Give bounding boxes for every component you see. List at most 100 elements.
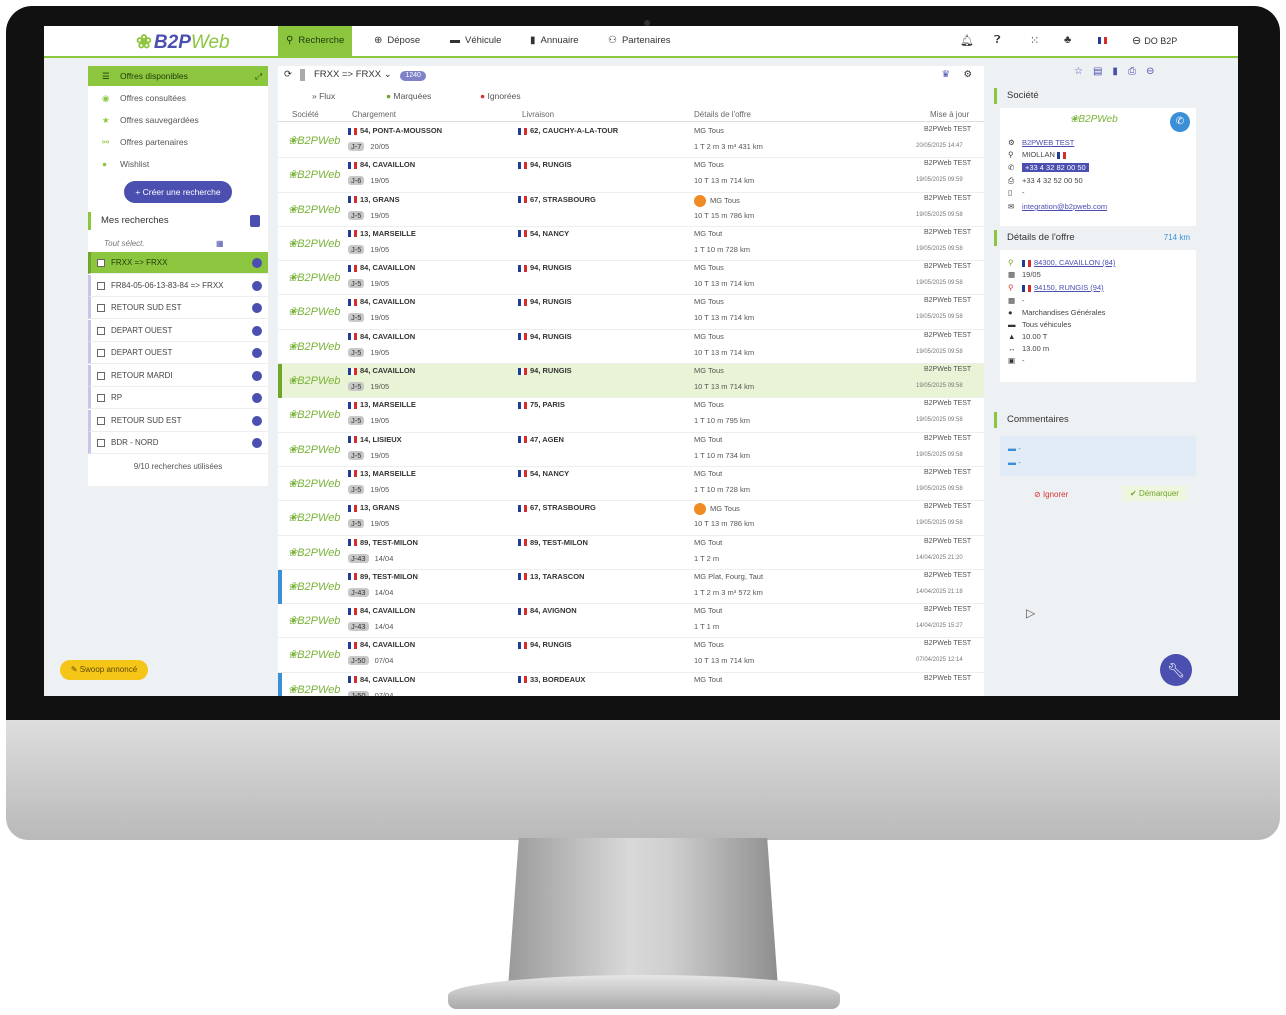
bell-icon[interactable]: 🔔︎ <box>960 34 974 47</box>
table-row[interactable]: ❀B2PWeb 13, MARSEILLE J-5 19/05 54, NANCY MG … <box>278 227 984 262</box>
drag-handle[interactable] <box>300 69 305 81</box>
table-row[interactable]: ❀B2PWeb 13, GRANS J-5 19/05 67, STRASBOURG MG… <box>278 501 984 536</box>
call-icon[interactable]: ✆ <box>1170 112 1190 132</box>
heart-icon: ● <box>102 159 108 169</box>
support-icon[interactable]: ♣ <box>1064 34 1071 46</box>
gear-icon[interactable]: ⚙ <box>963 66 972 84</box>
new-offers-button[interactable]: ✎ Swoop annoncé <box>60 660 148 680</box>
offer-specs: 10 T 13 m 714 km <box>694 279 755 289</box>
saved-search-item[interactable]: DEPART OUEST <box>88 342 268 364</box>
col-details[interactable]: Détails de l'offre <box>694 108 751 122</box>
table-row[interactable]: ❀B2PWeb 84, CAVAILLON J-5 19/05 94, RUNGIS MG… <box>278 364 984 399</box>
search-status-icon[interactable] <box>252 348 262 358</box>
nav-partenaires[interactable]: ⚇ Partenaires <box>600 26 679 56</box>
saved-search-item[interactable]: FRXX => FRXX <box>88 252 268 274</box>
table-row[interactable]: ❀B2PWeb 13, MARSEILLE J-5 19/05 75, PARIS MG … <box>278 398 984 433</box>
tab-flux[interactable]: » Flux <box>312 88 335 104</box>
create-search-button[interactable]: + Créer une recherche <box>124 181 232 203</box>
search-status-icon[interactable] <box>252 415 262 426</box>
saved-search-item[interactable]: RETOUR SUD EST <box>88 297 268 319</box>
checkbox[interactable] <box>97 371 105 380</box>
col-updated[interactable]: Mise à jour <box>930 108 969 122</box>
table-row[interactable]: ❀B2PWeb 84, CAVAILLON J-6 19/05 94, RUNGIS MG… <box>278 158 984 193</box>
expand-icon[interactable]: ⤢ <box>255 66 262 86</box>
checkbox[interactable] <box>97 259 105 267</box>
company-phone[interactable]: +33 4 32 82 00 50 <box>1022 163 1089 172</box>
delivery-place[interactable]: 94150, RUNGIS (94) <box>1034 283 1104 292</box>
saved-search-item[interactable]: RETOUR MARDI <box>88 364 268 387</box>
saved-search-item[interactable]: RP <box>88 387 268 409</box>
saved-search-item[interactable]: RETOUR SUD EST <box>88 409 268 432</box>
col-loading[interactable]: Chargement <box>352 108 396 122</box>
table-row[interactable]: ❀B2PWeb 89, TEST-MILON J-43 14/04 89, TEST-M… <box>278 536 984 570</box>
nav-vehicule[interactable]: ▬ Véhicule <box>442 26 509 56</box>
saved-search-item[interactable]: BDR - NORD <box>88 432 268 454</box>
sidebar-item-wishlist[interactable]: ● Wishlist <box>88 154 268 174</box>
nav-depose[interactable]: ⊕ Dépose <box>366 26 428 56</box>
alert-icon[interactable]: ♛ <box>941 66 950 84</box>
star-icon[interactable]: ☆ <box>1074 66 1093 77</box>
offer-specs: 10 T 13 m 714 km <box>694 347 755 357</box>
unmark-button[interactable]: ✔ Démarquer <box>1122 486 1187 501</box>
table-row[interactable]: ❀B2PWeb 84, CAVAILLON J-5 19/05 94, RUNGIS MG… <box>278 295 984 330</box>
sidebar-item-offres-sauvegardees[interactable]: ★ Offres sauvegardées <box>88 110 268 130</box>
tab-marquees[interactable]: ● Marquées <box>386 88 431 104</box>
sidebar-item-offres-disponibles[interactable]: ☰ Offres disponibles ⤢ <box>88 66 268 86</box>
ignore-button[interactable]: ⊘ Ignorer <box>1034 490 1068 499</box>
table-row[interactable]: ❀B2PWeb 14, LISIEUX J-5 19/05 47, AGEN MG Tou… <box>278 433 984 467</box>
language-flag-icon[interactable] <box>1098 34 1110 46</box>
table-row[interactable]: ❀B2PWeb 84, CAVAILLON J-5 19/05 94, RUNGIS MG… <box>278 261 984 296</box>
table-row[interactable]: ❀B2PWeb 84, CAVAILLON J-43 14/04 84, AVIGNON… <box>278 604 984 639</box>
search-status-icon[interactable] <box>252 325 262 336</box>
checkbox[interactable] <box>97 326 105 335</box>
map-icon[interactable]: ▤ <box>1093 66 1112 77</box>
b2pweb-logo[interactable]: ❀ B2PWeb <box>136 31 230 54</box>
table-row[interactable]: ❀B2PWeb 84, CAVAILLON J-50 07/04 94, RUNGIS M… <box>278 638 984 673</box>
table-row[interactable]: ❀B2PWeb 13, GRANS J-5 19/05 67, STRASBOURG MG… <box>278 193 984 227</box>
saved-search-item[interactable]: FR84-05-06-13-83-84 => FRXX <box>88 274 268 297</box>
close-icon[interactable]: ⊖ <box>1146 66 1164 77</box>
table-row[interactable]: ❀B2PWeb 54, PONT-A-MOUSSON J-7 20/05 62, CAU… <box>278 124 984 159</box>
table-row[interactable]: ❀B2PWeb 84, CAVAILLON J-50 07/04 33, BORDEAU… <box>278 672 984 696</box>
user-menu[interactable]: ⊖ DO B2P <box>1132 34 1177 47</box>
help-icon[interactable]: ❓︎ <box>994 34 1001 47</box>
document-icon[interactable] <box>250 215 260 227</box>
search-status-icon[interactable] <box>252 280 262 291</box>
search-selector[interactable]: FRXX => FRXX <box>314 69 381 80</box>
apps-grid-icon[interactable]: ⁙ <box>1030 34 1039 47</box>
offer-type: MG Tout <box>694 434 723 444</box>
saved-search-label: BDR - NORD <box>111 438 159 447</box>
chevron-down-icon[interactable]: ⌄ <box>381 69 392 80</box>
checkbox[interactable] <box>97 394 105 402</box>
checkbox[interactable] <box>97 304 105 312</box>
refresh-icon[interactable]: ⟳ <box>284 66 292 84</box>
table-row[interactable]: ❀B2PWeb 89, TEST-MILON J-43 14/04 13, TARASC… <box>278 569 984 605</box>
grid-icon[interactable]: ▦ <box>216 236 224 252</box>
col-company[interactable]: Société <box>292 108 319 122</box>
search-status-icon[interactable] <box>252 393 262 403</box>
sidebar-item-offres-partenaires[interactable]: ⚯ Offres partenaires <box>88 132 268 152</box>
search-status-icon[interactable] <box>252 258 262 268</box>
table-row[interactable]: ❀B2PWeb 84, CAVAILLON J-5 19/05 94, RUNGIS MG… <box>278 330 984 365</box>
search-status-icon[interactable] <box>252 438 262 448</box>
checkbox[interactable] <box>97 349 105 357</box>
col-delivery[interactable]: Livraison <box>522 108 554 122</box>
search-status-icon[interactable] <box>252 370 262 381</box>
tab-ignorees[interactable]: ● Ignorées <box>480 88 521 104</box>
loading-place[interactable]: 84300, CAVAILLON (84) <box>1034 258 1115 267</box>
print-icon[interactable]: ⎙ <box>1128 66 1146 77</box>
company-name-link[interactable]: B2PWEB TEST <box>1022 138 1074 147</box>
checkbox[interactable] <box>97 439 105 447</box>
sidebar-item-offres-consultees[interactable]: ◉ Offres consultées <box>88 88 268 108</box>
search-status-icon[interactable] <box>252 303 262 313</box>
table-row[interactable]: ❀B2PWeb 13, MARSEILLE J-5 19/05 54, NANCY MG … <box>278 467 984 502</box>
checkbox[interactable] <box>97 416 105 425</box>
nav-annuaire[interactable]: ▮ Annuaire <box>522 26 587 56</box>
checkbox[interactable] <box>97 281 105 290</box>
nav-recherche[interactable]: ⚲ Recherche <box>278 26 353 56</box>
saved-search-item[interactable]: DEPART OUEST <box>88 319 268 342</box>
company-email[interactable]: integration@b2pweb.com <box>1022 202 1107 211</box>
select-all[interactable]: Tout sélect. ▦ <box>92 236 264 252</box>
wrench-fab-button[interactable]: 🔧︎ <box>1160 654 1192 686</box>
document-icon[interactable]: ▮ <box>1112 66 1128 77</box>
